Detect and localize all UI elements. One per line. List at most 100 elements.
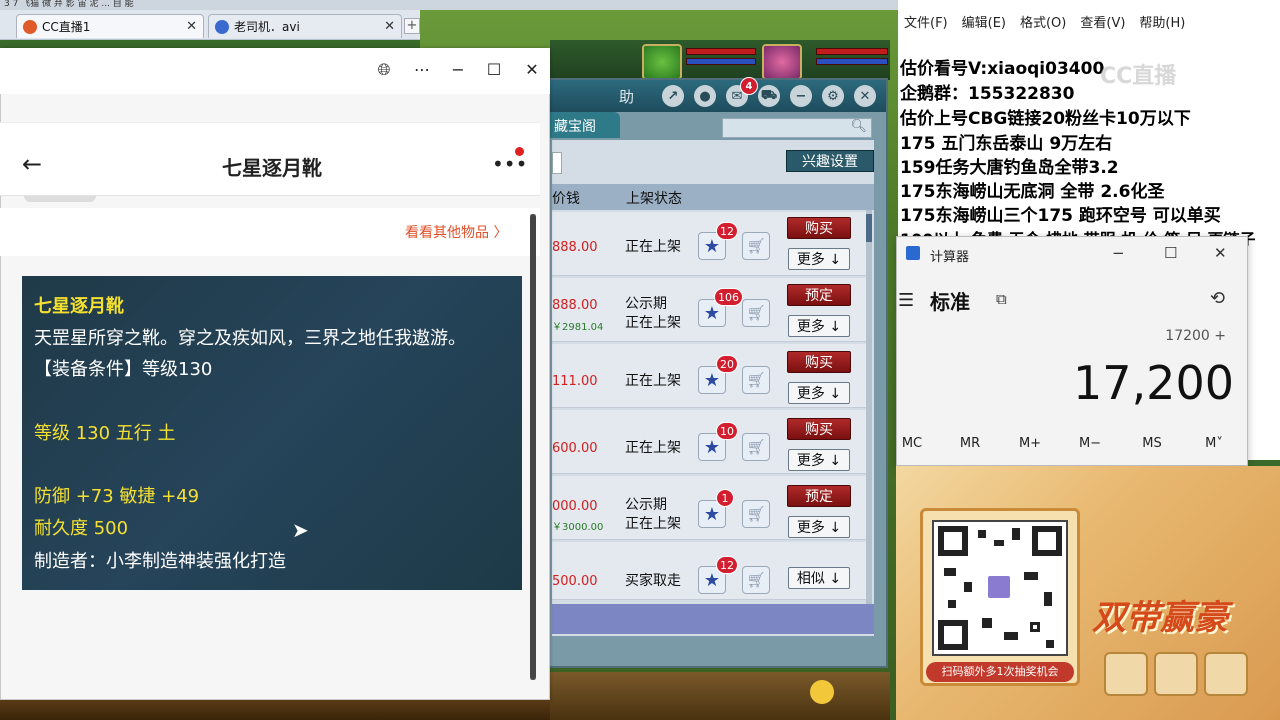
message-icon[interactable]: ✉ 4 xyxy=(726,77,758,107)
memory-recall-button[interactable]: MR xyxy=(950,436,990,451)
memory-subtract-button[interactable]: M− xyxy=(1070,436,1110,451)
settings-icon[interactable]: ⚙ xyxy=(822,85,844,107)
calculator-mode: 标准 xyxy=(930,290,970,314)
menu-file[interactable]: 文件(F) xyxy=(904,12,948,31)
close-icon[interactable]: ✕ xyxy=(1214,244,1227,262)
maximize-icon[interactable]: ☐ xyxy=(1164,244,1177,262)
add-cart-icon[interactable]: 🛒︎ xyxy=(742,566,770,594)
tab-cc-live[interactable]: CC直播1 ✕ xyxy=(16,14,204,38)
calculator-window xyxy=(896,236,1248,466)
game-search-input[interactable]: 🔍︎ xyxy=(722,118,872,138)
buy-button[interactable]: 购买 xyxy=(787,351,851,373)
interest-settings-button[interactable]: 兴趣设置 xyxy=(786,150,874,172)
history-icon[interactable]: ⟲ xyxy=(1210,288,1225,309)
favorite-count: 10 xyxy=(716,422,738,440)
more-button[interactable]: 更多 ↓ xyxy=(788,315,850,337)
minimize-icon[interactable]: − xyxy=(446,60,470,79)
row-price: 000.00 xyxy=(552,499,598,514)
globe-icon[interactable]: 🌐︎ xyxy=(372,60,396,80)
tab-video[interactable]: 老司机．avi ✕ xyxy=(208,14,402,38)
filter-input[interactable] xyxy=(552,152,562,174)
menu-format[interactable]: 格式(O) xyxy=(1020,12,1066,31)
row-status: 公示期 xyxy=(625,497,667,513)
more-button[interactable]: 更多 ↓ xyxy=(788,382,850,404)
prize-item xyxy=(1104,652,1148,696)
row-price-secondary: ￥2981.04 xyxy=(552,322,604,333)
keep-on-top-icon[interactable]: ⧉ xyxy=(996,290,1007,308)
add-cart-icon[interactable]: 🛒︎ xyxy=(742,366,770,394)
memory-store-button[interactable]: MS xyxy=(1132,436,1172,451)
help-button[interactable]: 助 xyxy=(619,86,634,107)
similar-button[interactable]: 相似 ↓ xyxy=(788,567,850,589)
treasure-dialog-titlebar: 助 ↗ ● ✉ 4 ⛟ − ⚙ ✕ xyxy=(550,77,886,112)
close-icon[interactable]: ✕ xyxy=(854,85,876,107)
buy-button[interactable]: 购买 xyxy=(787,418,851,440)
row-price: 888.00 xyxy=(552,240,598,255)
menu-edit[interactable]: 编辑(E) xyxy=(962,12,1006,31)
tab-treasure-pavilion[interactable]: 藏宝阁 xyxy=(550,112,620,138)
memory-add-button[interactable]: M+ xyxy=(1010,436,1050,451)
add-cart-icon[interactable]: 🛒︎ xyxy=(742,232,770,260)
minimize-icon[interactable]: − xyxy=(790,85,812,107)
notepad-line: 估价看号V:xiaoqi03400 xyxy=(900,59,1105,79)
minimize-icon[interactable]: − xyxy=(1112,244,1125,262)
game-bottom-left xyxy=(0,700,550,720)
close-tab-icon[interactable]: ✕ xyxy=(186,19,197,34)
calculator-expression: 17200 + xyxy=(1165,328,1226,344)
emoji-icon[interactable] xyxy=(810,680,834,704)
add-cart-icon[interactable]: 🛒︎ xyxy=(742,500,770,528)
memory-clear-button[interactable]: MC xyxy=(892,436,932,451)
listing-scrollbar[interactable] xyxy=(866,210,872,630)
item-name: 七星逐月靴 xyxy=(34,296,124,317)
notepad-line: 175东海崂山三个175 跑环空号 可以单买 xyxy=(900,206,1221,226)
menu-view[interactable]: 查看(V) xyxy=(1080,12,1125,31)
more-button[interactable]: 更多 ↓ xyxy=(788,248,850,270)
notepad-line: 175东海崂山无底洞 全带 2.6化圣 xyxy=(900,182,1165,202)
listing-header: 价钱 上架状态 xyxy=(552,184,874,210)
tab-label: 老司机．avi xyxy=(234,20,300,34)
maximize-icon[interactable]: ☐ xyxy=(482,60,506,79)
favorite-count: 106 xyxy=(714,288,743,306)
close-icon[interactable]: ✕ xyxy=(520,60,544,79)
qr-caption: 扫码额外多1次抽奖机会 xyxy=(926,662,1074,682)
mouse-cursor-icon: ➤ xyxy=(292,518,309,542)
listing-footer xyxy=(552,604,874,634)
row-status: 正在上架 xyxy=(625,373,681,389)
reserve-button[interactable]: 预定 xyxy=(787,284,851,306)
new-tab-button[interactable]: + xyxy=(404,18,420,34)
menu-dots-icon[interactable]: ••• xyxy=(492,152,527,176)
more-dots-icon[interactable]: ⋯ xyxy=(410,60,434,79)
notepad-line: 估价上号CBG链接20粉丝卡10万以下 xyxy=(900,109,1191,129)
game-item-toolbar[interactable] xyxy=(550,672,890,720)
calculator-app-icon xyxy=(906,246,920,260)
listing-scroll-thumb[interactable] xyxy=(866,214,872,242)
buy-button[interactable]: 购买 xyxy=(787,217,851,239)
add-cart-icon[interactable]: 🛒︎ xyxy=(742,433,770,461)
phone-scroll-thumb[interactable] xyxy=(530,214,536,680)
tab-label: CC直播1 xyxy=(42,20,91,34)
video-icon xyxy=(215,19,229,34)
close-tab-icon[interactable]: ✕ xyxy=(384,19,395,34)
hamburger-menu-icon[interactable]: ☰ xyxy=(898,290,914,311)
more-button[interactable]: 更多 ↓ xyxy=(788,516,850,538)
item-maker: 制造者：小李制造神装强化打造 xyxy=(34,551,286,572)
reserve-button[interactable]: 预定 xyxy=(787,485,851,507)
pet-avatar[interactable] xyxy=(642,44,682,80)
player-mp-bar xyxy=(816,58,888,65)
row-status: 正在上架 xyxy=(625,239,681,255)
share-icon[interactable]: ↗ xyxy=(662,85,684,107)
player-avatar[interactable] xyxy=(762,44,802,80)
favorite-count: 1 xyxy=(716,489,734,507)
cc-watermark: CC直播 xyxy=(1100,64,1177,89)
stop-icon[interactable]: ● xyxy=(694,85,716,107)
add-cart-icon[interactable]: 🛒︎ xyxy=(742,299,770,327)
menu-help[interactable]: 帮助(H) xyxy=(1139,12,1185,31)
item-durability: 耐久度 500 xyxy=(34,518,129,539)
cart-icon[interactable]: ⛟ xyxy=(758,85,780,107)
memory-list-button[interactable]: M˅ xyxy=(1194,436,1234,451)
back-arrow-icon[interactable]: ← xyxy=(22,150,42,178)
more-button[interactable]: 更多 ↓ xyxy=(788,449,850,471)
other-items-link[interactable]: 看看其他物品 〉 xyxy=(405,222,507,242)
search-icon[interactable]: 🔍︎ xyxy=(850,119,867,134)
row-status: 公示期 xyxy=(625,296,667,312)
